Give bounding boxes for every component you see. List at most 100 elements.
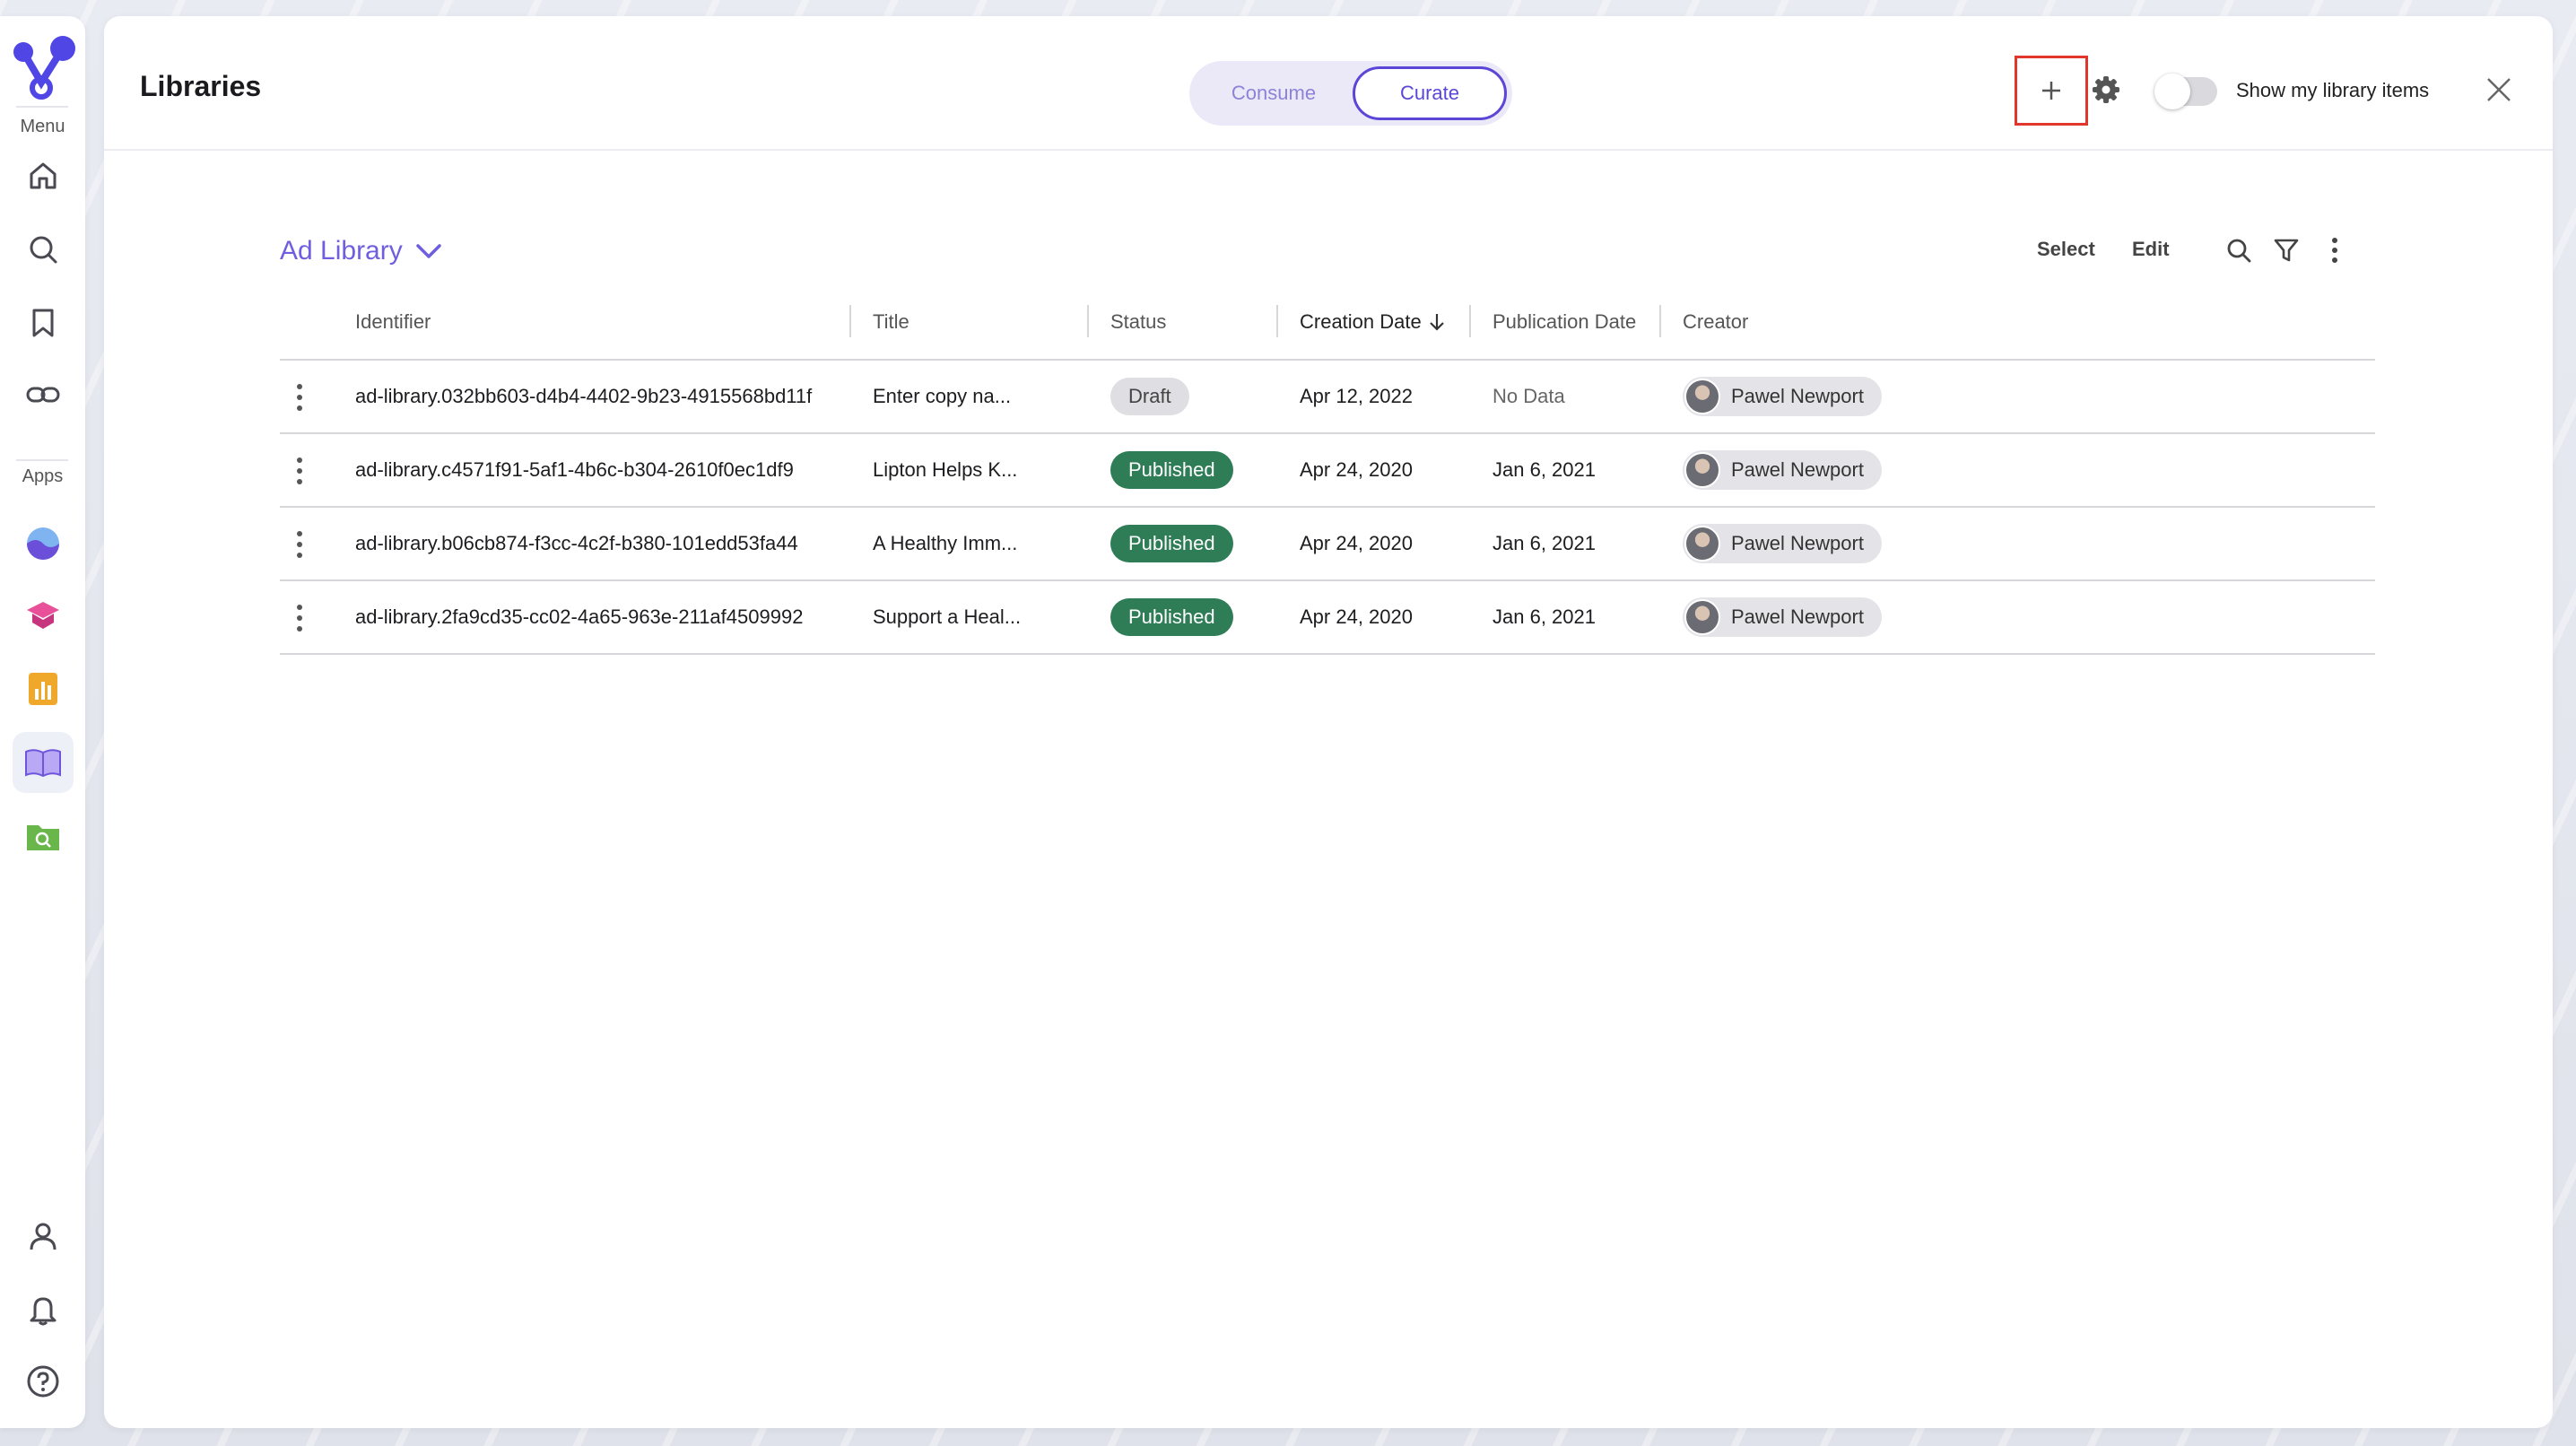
table-row[interactable]: ad-library.032bb603-d4b4-4402-9b23-49155… [280,361,2375,434]
status-cell: Published [1110,434,1233,506]
row-actions-button[interactable] [292,457,307,484]
column-separator [849,305,851,337]
table-row[interactable]: ad-library.2fa9cd35-cc02-4a65-963e-211af… [280,581,2375,655]
filter-icon [2274,239,2299,262]
app-learning[interactable] [13,585,74,646]
creator-chip[interactable]: Pawel Newport [1683,450,1882,490]
column-header-label: Creator [1683,310,1749,333]
creator-chip[interactable]: Pawel Newport [1683,597,1882,637]
column-header-title[interactable]: Title [849,305,909,337]
main-panel: Libraries Consume Curate Show my library… [104,16,2553,1428]
creator-name: Pawel Newport [1731,532,1864,554]
status-badge: Published [1110,525,1233,562]
app-logo[interactable] [11,27,75,104]
creator-chip[interactable]: Pawel Newport [1683,524,1882,563]
user-icon [30,1223,57,1250]
rail-divider [16,459,68,461]
bar-chart-icon [29,673,57,705]
tab-consume[interactable]: Consume [1197,66,1351,120]
status-badge: Draft [1110,378,1189,415]
column-header-creation-date[interactable]: Creation Date [1276,305,1445,337]
close-icon [2487,78,2511,101]
identifier-cell: ad-library.b06cb874-f3cc-4c2f-b380-101ed… [355,532,798,554]
vertical-ellipsis-icon [2332,238,2337,263]
search-icon [2227,239,2251,263]
publication-date-cell: Jan 6, 2021 [1493,458,1596,481]
avatar [1684,526,1720,562]
publication-date-cell: Jan 6, 2021 [1493,532,1596,554]
nav-help[interactable] [13,1351,74,1412]
creator-name: Pawel Newport [1731,605,1864,628]
nav-profile[interactable] [13,1206,74,1267]
table-header: Identifier Title Status Creation Date Pu… [280,294,2375,361]
gear-icon [2093,76,2119,103]
row-actions-button[interactable] [292,531,307,558]
nav-bookmarks[interactable] [13,292,74,353]
help-icon [27,1365,59,1398]
creation-date-cell: Apr 24, 2020 [1300,605,1413,628]
creation-date-cell: Apr 24, 2020 [1300,458,1413,481]
table-row[interactable]: ad-library.c4571f91-5af1-4b6c-b304-2610f… [280,434,2375,508]
creator-cell: Pawel Newport [1683,581,1882,653]
status-cell: Draft [1110,361,1189,432]
search-icon [30,236,57,264]
publication-date-cell: No Data [1493,385,1565,407]
creation-date-cell: Apr 24, 2020 [1300,532,1413,554]
app-folder-search[interactable] [13,806,74,867]
identifier-cell: ad-library.032bb603-d4b4-4402-9b23-49155… [355,385,813,407]
edit-button[interactable]: Edit [2132,238,2170,261]
column-header-creator[interactable]: Creator [1659,305,1749,337]
table-row[interactable]: ad-library.b06cb874-f3cc-4c2f-b380-101ed… [280,508,2375,581]
creator-name: Pawel Newport [1731,385,1864,407]
nav-search[interactable] [13,219,74,280]
show-my-items-toggle[interactable] [2154,74,2217,109]
folder-search-icon [27,825,59,850]
toggle-knob [2154,74,2190,109]
show-my-items-label: Show my library items [2236,79,2430,101]
column-header-label: Status [1110,310,1167,333]
plus-icon [2042,82,2060,100]
column-separator [1659,305,1661,337]
creation-date-cell: Apr 12, 2022 [1300,385,1413,407]
status-cell: Published [1110,581,1233,653]
identifier-cell: ad-library.c4571f91-5af1-4b6c-b304-2610f… [355,458,794,481]
avatar [1684,452,1720,488]
publication-date-cell: Jan 6, 2021 [1493,605,1596,628]
library-table: Identifier Title Status Creation Date Pu… [280,294,2375,655]
title-cell: Support a Heal... [873,605,1022,628]
app-reports[interactable] [13,658,74,719]
nav-links[interactable] [13,364,74,425]
rail-divider [16,106,68,108]
sort-descending-icon [1429,314,1444,331]
creator-cell: Pawel Newport [1683,361,1882,432]
row-actions-button[interactable] [292,384,307,411]
more-options-button[interactable] [2319,235,2350,266]
mode-switch: Consume Curate [1189,61,1512,126]
column-header-status[interactable]: Status [1087,305,1167,337]
filter-button[interactable] [2271,235,2302,266]
title-cell: Enter copy na... [873,385,1012,407]
link-icon [26,387,60,403]
column-header-publication-date[interactable]: Publication Date [1469,305,1636,337]
nav-home[interactable] [13,145,74,206]
title-cell: A Healthy Imm... [873,532,1018,554]
add-button[interactable] [2015,56,2088,126]
app-library[interactable] [13,732,74,793]
creator-cell: Pawel Newport [1683,434,1882,506]
library-selector[interactable]: Ad Library [280,236,442,266]
tab-curate[interactable]: Curate [1353,66,1507,120]
column-separator [1276,305,1278,337]
app-analytics[interactable] [13,513,74,574]
settings-button[interactable] [2088,72,2124,108]
home-icon [30,162,57,189]
identifier-cell: ad-library.2fa9cd35-cc02-4a65-963e-211af… [355,605,804,628]
table-search-button[interactable] [2224,235,2254,266]
row-actions-button[interactable] [292,605,307,632]
column-header-identifier[interactable]: Identifier [355,310,431,334]
select-button[interactable]: Select [2037,238,2095,261]
status-badge: Published [1110,451,1233,489]
close-button[interactable] [2483,74,2515,106]
nav-notifications[interactable] [13,1279,74,1340]
creator-chip[interactable]: Pawel Newport [1683,377,1882,416]
column-separator [1087,305,1089,337]
